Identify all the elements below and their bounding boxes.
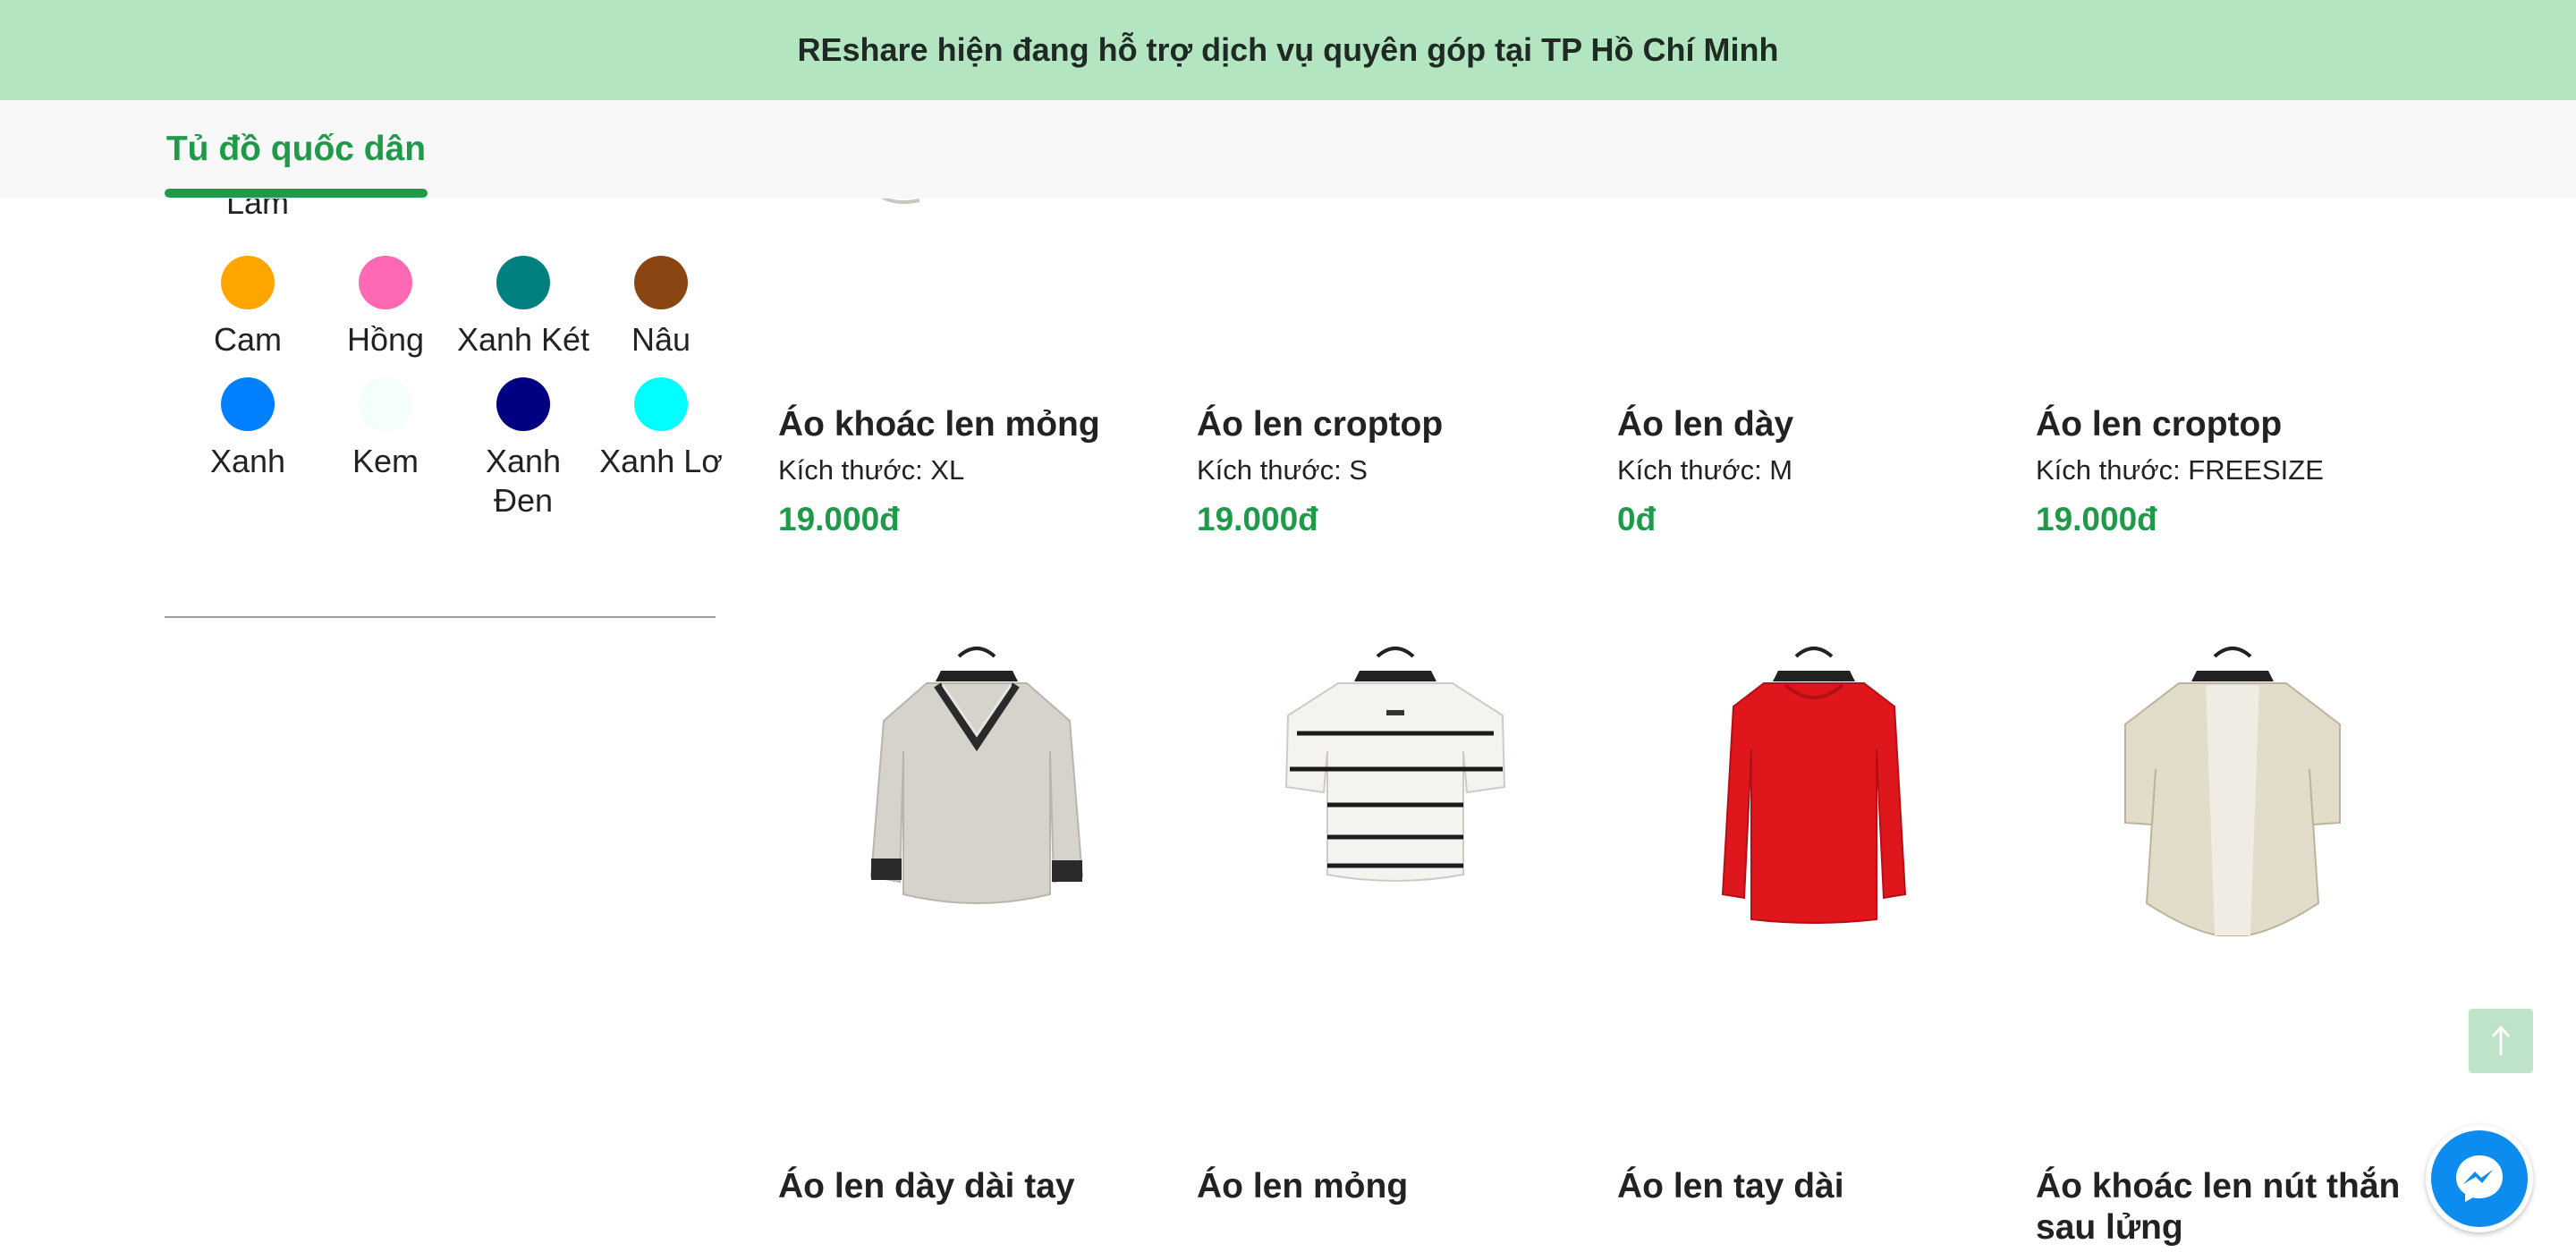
color-label: Kem [352,443,419,479]
color-swatch [359,256,412,309]
product-title: Áo len dày [1617,405,1794,444]
product-title: Áo len tay dài [1617,1167,1844,1205]
color-option-xanh-den[interactable]: Xanh Đen [454,377,592,520]
product-size: Kích thước: S [1197,454,1368,486]
tab-tu-do-quoc-dan[interactable]: Tủ đồ quốc dân [165,100,428,199]
back-to-top-button[interactable] [2469,1009,2533,1073]
color-swatch [496,377,550,431]
product-title: Áo len croptop [2036,405,2283,444]
product-price: 19.000đ [1197,501,1318,537]
color-swatch [359,377,412,431]
product-card[interactable]: Áo khoác len nút thắn sau lửng [2036,1166,2420,1248]
color-label: Xanh Két [456,321,590,358]
messenger-icon [2456,1155,2503,1202]
sidebar-divider [165,616,716,618]
product-price: 0đ [1617,501,1657,537]
color-option-xanh-lo[interactable]: Xanh Lơ [592,377,730,520]
product-title: Áo len croptop [1197,405,1444,444]
product-price: 19.000đ [2036,501,2157,537]
product-title: Áo khoác len nút thắn sau lửng [2036,1167,2401,1247]
arrow-up-icon [2491,1025,2511,1055]
product-card[interactable]: Áo len dày dài tay [778,1166,1154,1207]
product-image-white-striped-sweater[interactable] [1234,635,1556,957]
product-card[interactable]: Áo len croptop Kích thước: S 19.000đ [1197,404,1572,538]
banner-text: REshare hiện đang hỗ trợ dịch vụ quyên g… [797,31,1779,68]
color-swatch-grid: Cam Hồng Xanh Két Nâu Xanh Kem Xanh Đen … [179,256,730,520]
color-swatch [634,256,688,309]
color-label: Nâu [631,321,691,358]
product-size: Kích thước: FREESIZE [2036,454,2324,486]
color-swatch [496,256,550,309]
product-title: Áo len mỏng [1197,1167,1409,1205]
announcement-banner: REshare hiện đang hỗ trợ dịch vụ quyên g… [0,0,2576,100]
color-option-nau[interactable]: Nâu [592,256,730,360]
product-card[interactable]: Áo len dày Kích thước: M 0đ [1617,404,1993,538]
color-label: Xanh Lơ [599,443,723,479]
product-size: Kích thước: M [1617,454,1793,486]
product-image-red-sweater[interactable] [1653,635,1975,957]
tab-label: Tủ đồ quốc dân [165,130,427,168]
product-card[interactable]: Áo len mỏng [1197,1166,1572,1207]
product-title: Áo khoác len mỏng [778,405,1100,444]
color-label: Cam [213,321,282,358]
color-label: Xanh Đen [485,443,562,519]
color-label: Hồng [346,321,425,358]
color-option-cam[interactable]: Cam [179,256,317,360]
product-image-grey-v-neck-sweater[interactable] [816,635,1138,957]
product-size: Kích thước: XL [778,454,965,486]
product-title: Áo len dày dài tay [778,1167,1075,1205]
product-image-cream-cardigan[interactable] [2072,635,2394,957]
product-card[interactable]: Áo len croptop Kích thước: FREESIZE 19.0… [2036,404,2411,538]
color-option-xanh[interactable]: Xanh [179,377,317,520]
color-option-xanh-ket[interactable]: Xanh Két [454,256,592,360]
page: REshare hiện đang hỗ trợ dịch vụ quyên g… [0,0,2576,1252]
navbar: Tủ đồ quốc dân [0,100,2576,199]
color-label: Xanh [209,443,286,479]
color-swatch [221,377,275,431]
color-swatch [221,256,275,309]
product-card[interactable]: Áo len tay dài [1617,1166,1993,1207]
product-card[interactable]: Áo khoác len mỏng Kích thước: XL 19.000đ [778,404,1154,538]
color-option-hong[interactable]: Hồng [317,256,454,360]
active-tab-indicator [165,189,428,198]
color-swatch [634,377,688,431]
product-price: 19.000đ [778,501,900,537]
color-option-kem[interactable]: Kem [317,377,454,520]
messenger-chat-button[interactable] [2426,1125,2533,1232]
